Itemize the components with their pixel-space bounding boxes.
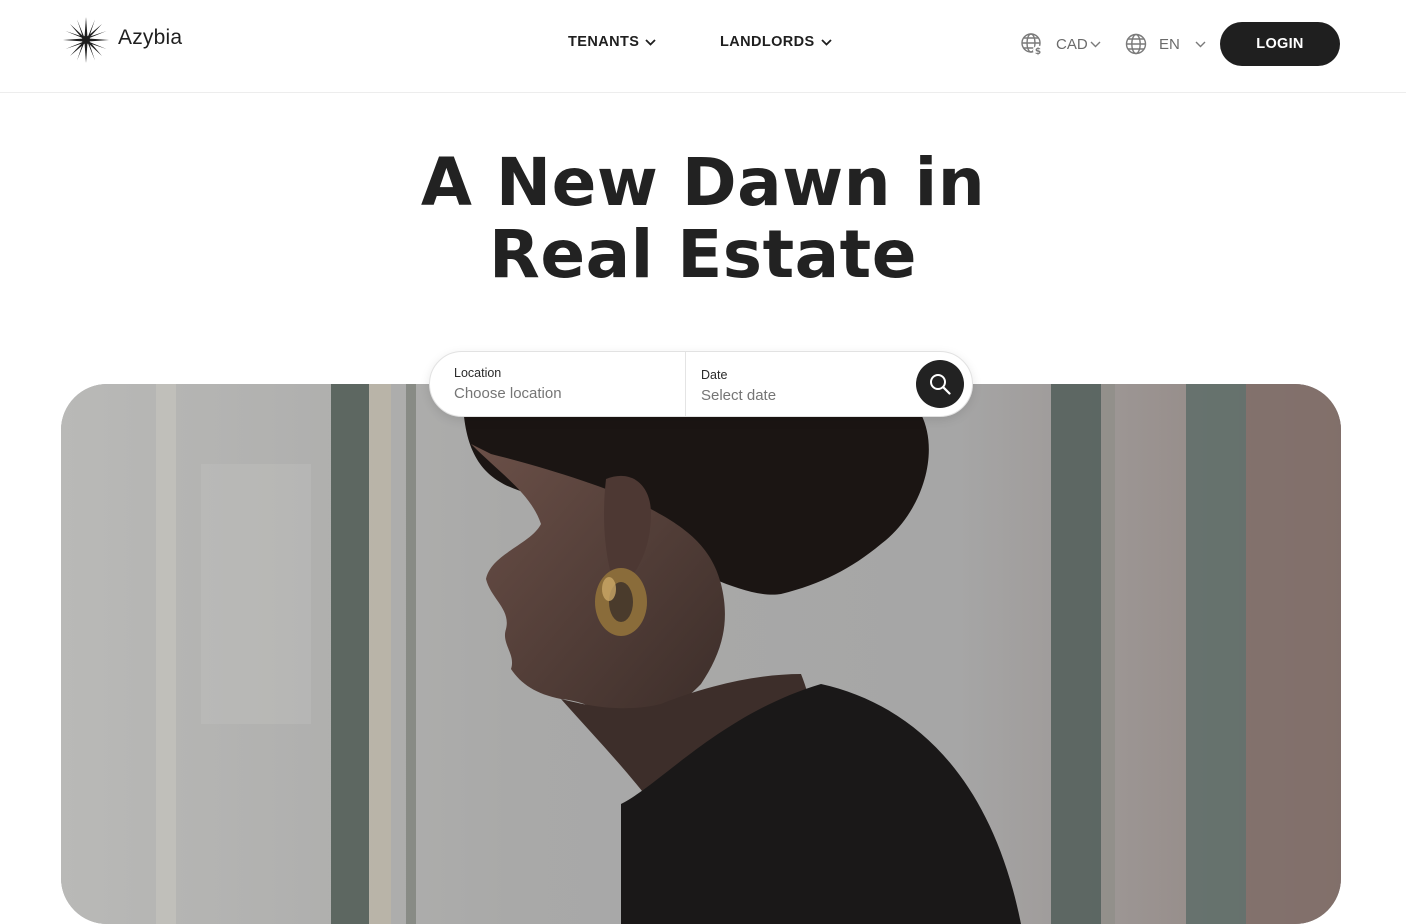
search-bar: Location Date <box>429 351 973 417</box>
nav-tenants-dropdown[interactable]: TENANTS <box>568 34 656 50</box>
globe-dollar-icon: $ <box>1021 33 1043 56</box>
login-button[interactable]: LOGIN <box>1220 22 1340 66</box>
search-icon <box>930 374 951 395</box>
chevron-down-icon <box>645 38 656 46</box>
currency-value: CAD <box>1056 35 1088 53</box>
hero-title-line-1: A New Dawn in <box>420 144 986 221</box>
hero-title-line-2: Real Estate <box>489 216 917 293</box>
language-selector[interactable]: EN <box>1125 32 1206 56</box>
globe-icon <box>1125 33 1147 55</box>
hero-photo-woman-profile <box>61 384 1341 924</box>
search-divider <box>685 352 686 416</box>
chevron-down-icon <box>1090 41 1101 47</box>
nav-tenants-label: TENANTS <box>568 34 640 50</box>
brand-logo[interactable]: Azybia <box>63 17 182 63</box>
date-input[interactable] <box>701 387 901 404</box>
hero-title: A New Dawn in Real Estate <box>0 147 1406 291</box>
location-input[interactable] <box>454 385 654 402</box>
language-value: EN <box>1159 35 1180 53</box>
date-label: Date <box>701 368 728 382</box>
site-header: Azybia TENANTS LANDLORDS $ CAD EN LOGIN <box>0 0 1406 93</box>
search-button[interactable] <box>916 360 964 408</box>
nav-landlords-dropdown[interactable]: LANDLORDS <box>720 34 832 50</box>
starburst-logo-icon <box>63 17 109 63</box>
chevron-down-icon <box>820 38 832 46</box>
chevron-down-icon <box>1195 41 1206 47</box>
svg-text:$: $ <box>1035 47 1041 56</box>
date-field[interactable]: Date <box>701 352 901 416</box>
nav-landlords-label: LANDLORDS <box>720 34 815 50</box>
hero-image <box>61 384 1341 924</box>
currency-selector[interactable]: $ CAD <box>1021 32 1101 56</box>
brand-name: Azybia <box>118 26 183 49</box>
location-field[interactable]: Location <box>454 352 684 416</box>
location-label: Location <box>454 366 502 380</box>
